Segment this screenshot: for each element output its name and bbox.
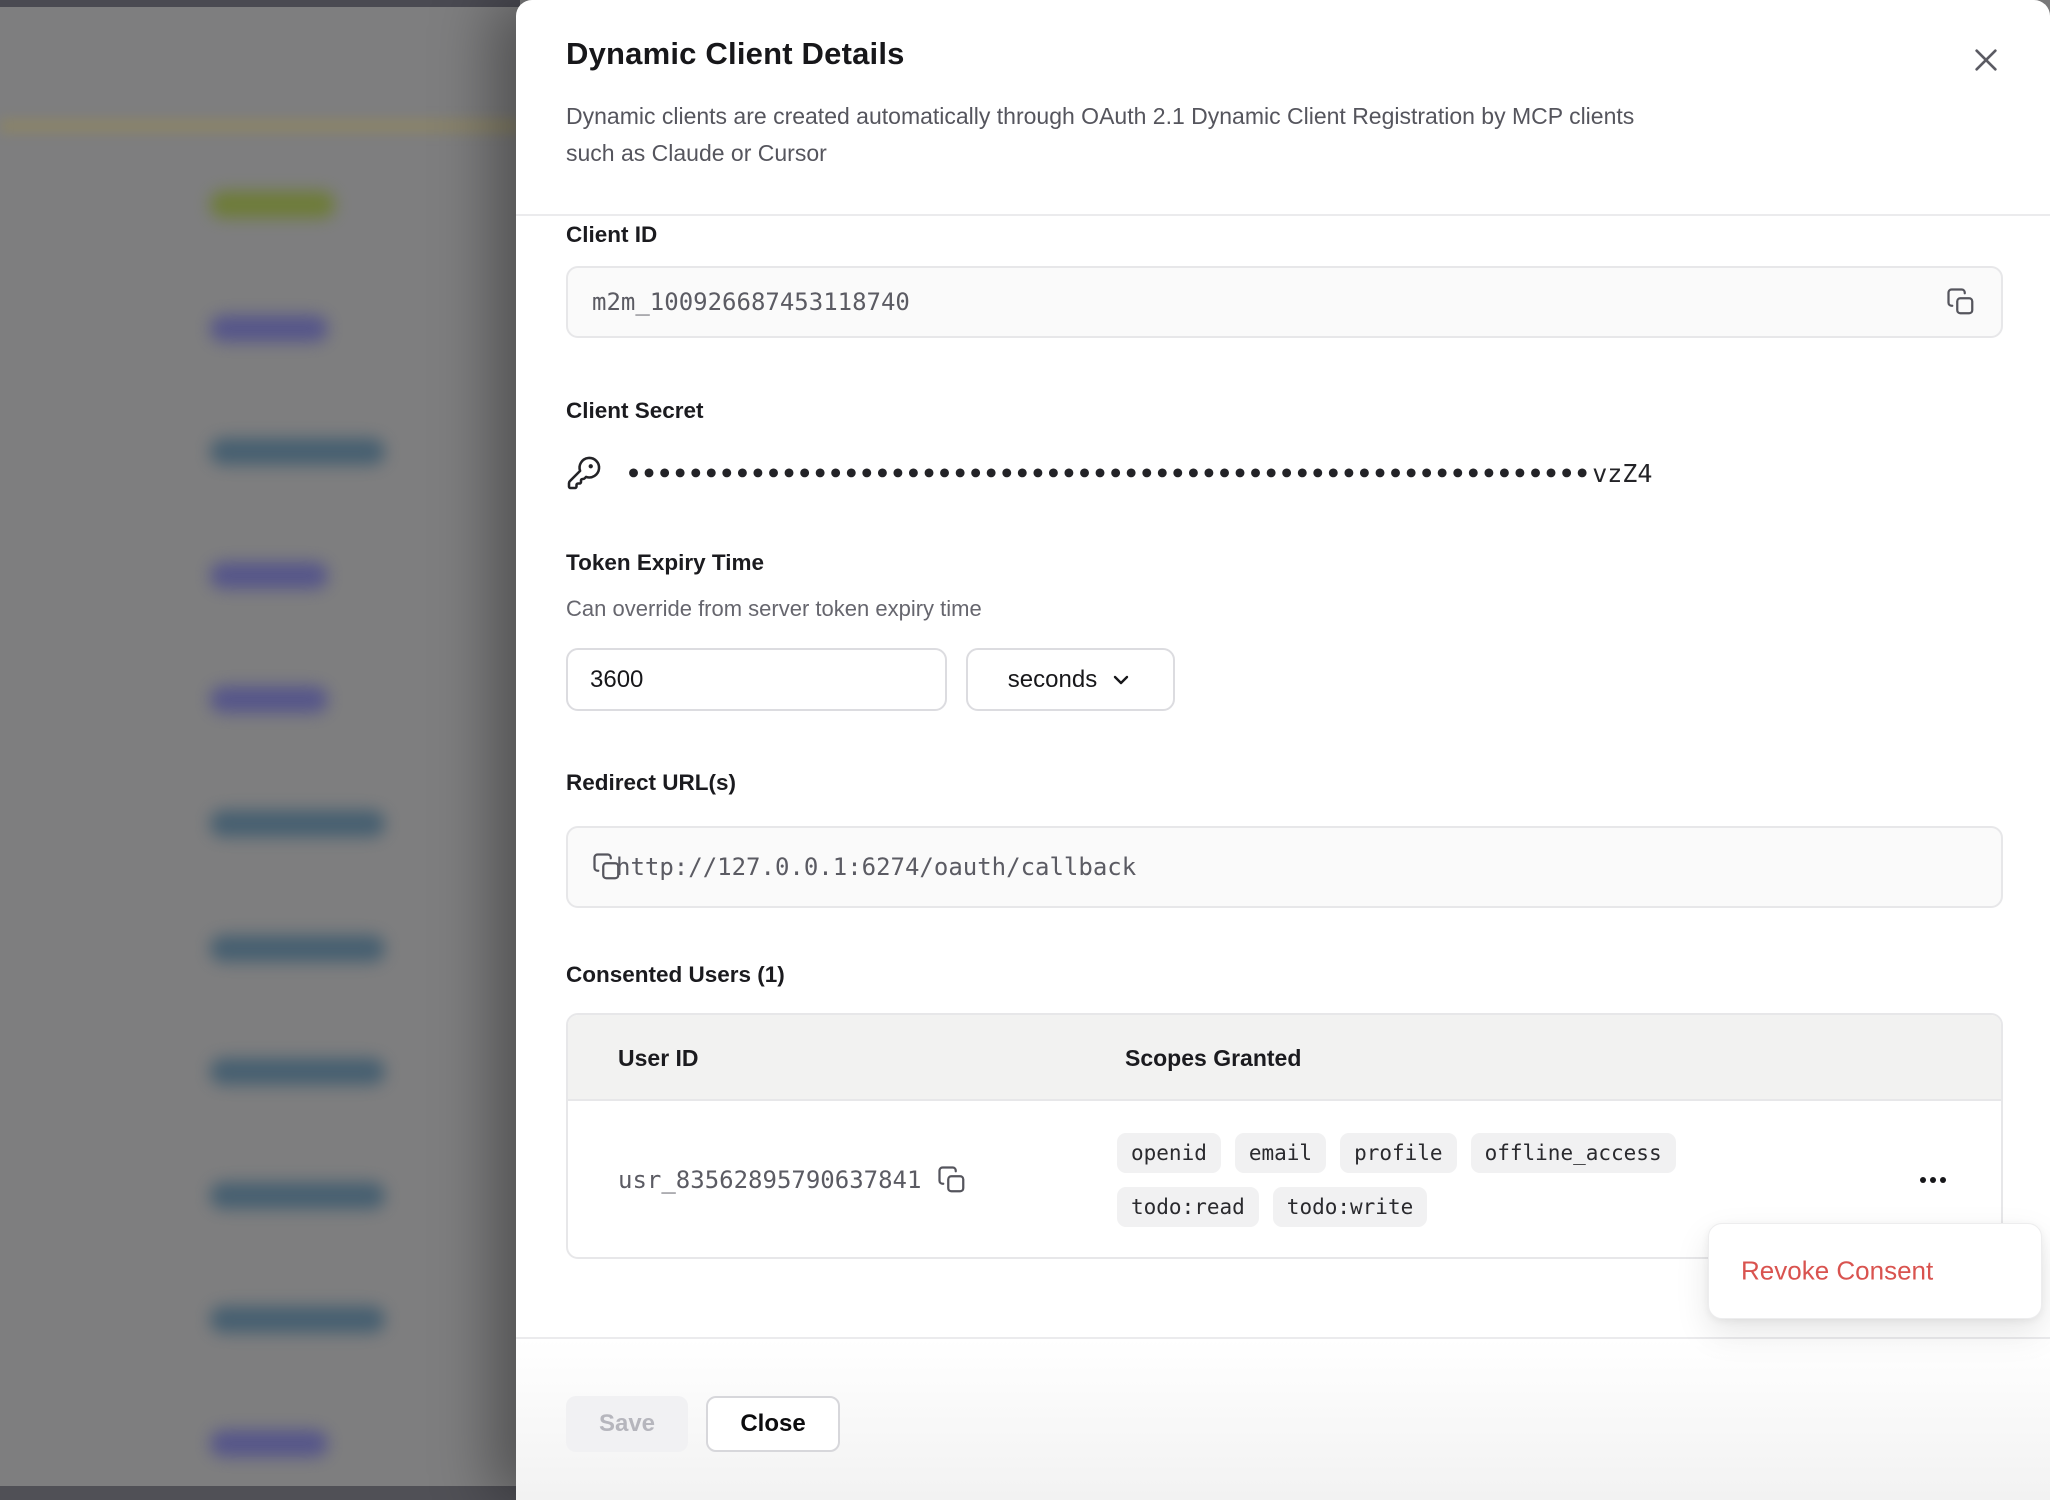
token-expiry-input[interactable] [566, 648, 947, 711]
save-button[interactable]: Save [566, 1396, 688, 1452]
dynamic-client-details-dialog: Dynamic Client Details Dynamic clients a… [516, 0, 2050, 1500]
scope-badge: email [1235, 1133, 1326, 1173]
blurred-link [210, 438, 385, 465]
column-header-user-id: User ID [618, 1015, 699, 1101]
token-expiry-help: Can override from server token expiry ti… [566, 596, 982, 622]
close-icon[interactable] [1966, 40, 2006, 80]
scopes-granted-list: openid email profile offline_access todo:rea… [1117, 1133, 1777, 1227]
client-secret-row: ••••••••••••••••••••••••••••••••••••••••… [566, 450, 1652, 496]
user-id-value: usr_83562895790637841 [618, 1166, 921, 1194]
blurred-link [210, 810, 385, 837]
close-button[interactable]: Close [706, 1396, 840, 1452]
background-accent-band [0, 119, 520, 133]
client-id-label: Client ID [566, 222, 657, 248]
revoke-consent-menu-item[interactable]: Revoke Consent [1741, 1256, 1933, 1287]
blurred-link [210, 935, 385, 962]
background-page-blurred [0, 0, 520, 1500]
screen: Dynamic Client Details Dynamic clients a… [0, 0, 2050, 1500]
background-bottombar [0, 1486, 520, 1500]
copy-icon[interactable] [937, 1165, 967, 1195]
blurred-link [210, 1182, 385, 1209]
blurred-link [210, 562, 328, 589]
header-divider [516, 214, 2050, 216]
table-header-row: User ID Scopes Granted [568, 1015, 2001, 1101]
client-secret-suffix: vzZ4 [1592, 459, 1652, 488]
consented-users-label: Consented Users (1) [566, 962, 785, 988]
column-header-scopes: Scopes Granted [1125, 1015, 1301, 1101]
blurred-link [210, 1430, 328, 1457]
scope-badge: todo:read [1117, 1187, 1259, 1227]
client-id-value: m2m_100926687453118740 [592, 288, 910, 316]
scope-badge: todo:write [1273, 1187, 1427, 1227]
client-id-field: m2m_100926687453118740 [566, 266, 2003, 338]
token-expiry-label: Token Expiry Time [566, 550, 764, 576]
footer-divider [516, 1337, 2050, 1339]
row-actions-ellipsis-icon[interactable] [1908, 1160, 1958, 1200]
blurred-link [210, 1058, 385, 1085]
token-expiry-unit-value: seconds [1008, 666, 1097, 694]
key-icon [566, 455, 602, 491]
scope-badge: offline_access [1471, 1133, 1676, 1173]
redirect-urls-label: Redirect URL(s) [566, 770, 736, 796]
blurred-link [210, 686, 328, 713]
chevron-down-icon [1109, 668, 1133, 692]
client-secret-masked: ••••••••••••••••••••••••••••••••••••••••… [626, 459, 1590, 488]
client-secret-label: Client Secret [566, 398, 704, 424]
blurred-link [210, 1306, 385, 1333]
dialog-description: Dynamic clients are created automaticall… [566, 98, 1986, 173]
redirect-url-value: http://127.0.0.1:6274/oauth/callback [616, 853, 1136, 881]
redirect-urls-field: http://127.0.0.1:6274/oauth/callback [566, 826, 2003, 908]
scope-badge: openid [1117, 1133, 1221, 1173]
row-actions-menu: Revoke Consent [1708, 1223, 2042, 1319]
background-topbar [0, 0, 520, 7]
blurred-link [210, 191, 335, 218]
copy-icon[interactable] [1939, 280, 1983, 324]
token-expiry-unit-select[interactable]: seconds [966, 648, 1175, 711]
blurred-link [210, 315, 328, 342]
scope-badge: profile [1340, 1133, 1457, 1173]
dialog-title: Dynamic Client Details [566, 36, 905, 72]
